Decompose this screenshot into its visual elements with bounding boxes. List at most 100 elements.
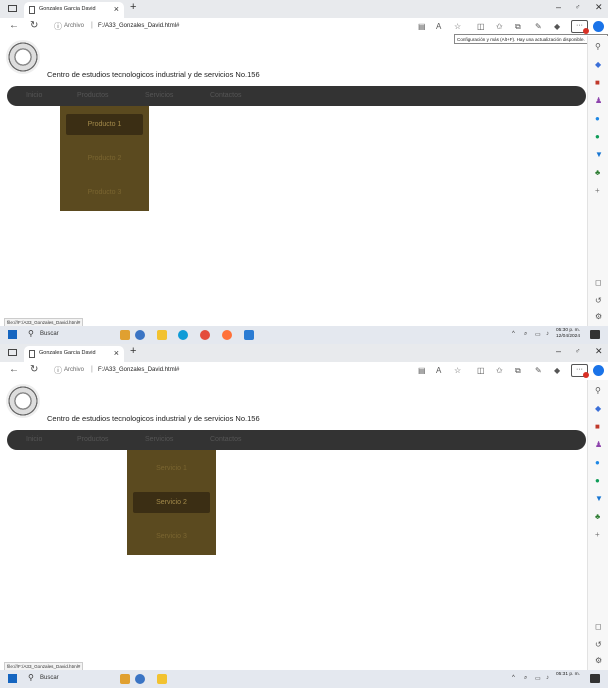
share-icon[interactable]: ↺ bbox=[595, 640, 602, 649]
dropdown-item-servicio-1[interactable]: Servicio 1 bbox=[133, 458, 210, 479]
read-aloud-icon[interactable]: A bbox=[436, 22, 441, 31]
briefcase-icon[interactable]: ■ bbox=[595, 78, 600, 87]
reader-icon[interactable]: ▤ bbox=[418, 22, 426, 31]
briefcase-icon[interactable]: ■ bbox=[595, 422, 600, 431]
tray-app-icon[interactable]: ⌕ bbox=[524, 675, 527, 682]
minimize-button[interactable]: – bbox=[556, 2, 561, 12]
dropdown-item-servicio-3[interactable]: Servicio 3 bbox=[133, 526, 210, 547]
chrome-icon[interactable] bbox=[200, 330, 210, 340]
nav-link-contactos[interactable]: Contactos bbox=[210, 92, 242, 99]
nav-link-servicios[interactable]: Servicios bbox=[145, 92, 173, 99]
windows-start-icon[interactable] bbox=[8, 330, 17, 339]
dropdown-item-servicio-2[interactable]: Servicio 2 bbox=[133, 492, 210, 513]
search-icon[interactable]: ⚲ bbox=[595, 42, 601, 51]
edge-icon[interactable] bbox=[178, 330, 188, 340]
tag-icon[interactable]: ◆ bbox=[595, 60, 601, 69]
read-aloud-icon[interactable]: A bbox=[436, 366, 441, 375]
gear-icon[interactable]: ⚙ bbox=[595, 312, 602, 321]
nav-link-productos[interactable]: Productos bbox=[77, 436, 109, 443]
settings-more-button[interactable]: ··· bbox=[571, 20, 589, 34]
minimize-button[interactable]: – bbox=[556, 346, 561, 356]
refresh-icon[interactable]: ↻ bbox=[30, 20, 38, 31]
restore-button[interactable]: ♂ bbox=[575, 4, 580, 11]
tree-icon[interactable]: ♣ bbox=[595, 512, 600, 521]
url-field[interactable]: ⓘ Archivo | F:/A33_Gonzales_David.html# bbox=[50, 365, 410, 377]
nav-link-inicio[interactable]: Inicio bbox=[26, 436, 42, 443]
back-icon[interactable]: ← bbox=[9, 20, 19, 31]
vscode-icon[interactable] bbox=[244, 330, 254, 340]
dropdown-item-producto-2[interactable]: Producto 2 bbox=[66, 148, 143, 169]
restore-button[interactable]: ♂ bbox=[575, 348, 580, 355]
favorites-icon[interactable]: ✩ bbox=[496, 366, 503, 375]
panel-icon[interactable]: ◻ bbox=[595, 622, 602, 631]
taskbar-clock[interactable]: 05:30 p. m. 12/04/2024 bbox=[556, 328, 580, 340]
taskbar-search[interactable]: ⚲ Buscar bbox=[24, 329, 104, 341]
window-menu-icon[interactable] bbox=[8, 349, 17, 356]
taskbar-search[interactable]: ⚲ Buscar bbox=[24, 673, 104, 685]
share-icon[interactable]: ↺ bbox=[595, 296, 602, 305]
notification-icon[interactable] bbox=[590, 674, 600, 683]
drop-icon[interactable]: ▼ bbox=[595, 494, 603, 503]
window-menu-icon[interactable] bbox=[8, 5, 17, 12]
tray-app-icon[interactable]: ⌕ bbox=[524, 331, 527, 338]
browser-tab[interactable]: Gonzales Garcia David × bbox=[24, 346, 124, 362]
collections-icon[interactable]: ⧉ bbox=[515, 22, 521, 32]
close-window-button[interactable]: ✕ bbox=[595, 346, 603, 357]
nav-link-contactos[interactable]: Contactos bbox=[210, 436, 242, 443]
taskbar-clock[interactable]: 05:31 p. m. bbox=[556, 672, 580, 678]
outlook-icon[interactable]: ● bbox=[595, 476, 600, 485]
extensions-icon[interactable]: ✎ bbox=[535, 366, 542, 375]
games-icon[interactable]: ♟ bbox=[595, 96, 602, 105]
microsoft365-icon[interactable]: ● bbox=[595, 114, 600, 123]
file-explorer-icon[interactable] bbox=[157, 330, 167, 340]
panel-icon[interactable]: ◻ bbox=[595, 278, 602, 287]
drop-icon[interactable]: ▼ bbox=[595, 150, 603, 159]
favorites-icon[interactable]: ✩ bbox=[496, 22, 503, 31]
network-icon[interactable]: ▭ bbox=[535, 675, 541, 682]
microsoft365-icon[interactable]: ● bbox=[595, 458, 600, 467]
tab-close-icon[interactable]: × bbox=[114, 348, 119, 358]
info-icon[interactable]: ⓘ bbox=[54, 365, 62, 376]
extensions-icon[interactable]: ✎ bbox=[535, 22, 542, 31]
notification-icon[interactable] bbox=[590, 330, 600, 339]
back-icon[interactable]: ← bbox=[9, 364, 19, 375]
dropdown-item-producto-1[interactable]: Producto 1 bbox=[66, 114, 143, 135]
app-rocket-icon[interactable] bbox=[120, 674, 130, 684]
favorite-star-icon[interactable]: ☆ bbox=[454, 366, 461, 375]
browser-tab[interactable]: Gonzales Garcia David × bbox=[24, 2, 124, 18]
games-icon[interactable]: ♟ bbox=[595, 440, 602, 449]
info-icon[interactable]: ⓘ bbox=[54, 21, 62, 32]
app-rocket-icon[interactable] bbox=[120, 330, 130, 340]
tree-icon[interactable]: ♣ bbox=[595, 168, 600, 177]
volume-icon[interactable]: ♪ bbox=[546, 331, 549, 337]
settings-more-button[interactable]: ··· bbox=[571, 364, 589, 378]
tag-icon[interactable]: ◆ bbox=[595, 404, 601, 413]
tray-chevron-icon[interactable]: ^ bbox=[512, 331, 515, 337]
refresh-icon[interactable]: ↻ bbox=[30, 364, 38, 375]
profile-avatar[interactable] bbox=[593, 365, 604, 376]
new-tab-button[interactable]: + bbox=[130, 345, 136, 357]
nav-link-servicios[interactable]: Servicios bbox=[145, 436, 173, 443]
new-tab-button[interactable]: + bbox=[130, 1, 136, 13]
app-widget-icon[interactable] bbox=[135, 330, 145, 340]
add-icon[interactable]: + bbox=[595, 530, 600, 539]
app-widget-icon[interactable] bbox=[135, 674, 145, 684]
gear-icon[interactable]: ⚙ bbox=[595, 656, 602, 665]
split-screen-icon[interactable]: ◫ bbox=[477, 366, 485, 375]
close-window-button[interactable]: ✕ bbox=[595, 2, 603, 13]
split-screen-icon[interactable]: ◫ bbox=[477, 22, 485, 31]
nav-link-productos[interactable]: Productos bbox=[77, 92, 109, 99]
url-field[interactable]: ⓘ Archivo | F:/A33_Gonzales_David.html# bbox=[50, 21, 410, 33]
copilot-icon[interactable]: ◆ bbox=[554, 22, 560, 31]
firefox-icon[interactable] bbox=[222, 330, 232, 340]
windows-start-icon[interactable] bbox=[8, 674, 17, 683]
volume-icon[interactable]: ♪ bbox=[546, 675, 549, 681]
dropdown-item-producto-3[interactable]: Producto 3 bbox=[66, 182, 143, 203]
copilot-icon[interactable]: ◆ bbox=[554, 366, 560, 375]
nav-link-inicio[interactable]: Inicio bbox=[26, 92, 42, 99]
reader-icon[interactable]: ▤ bbox=[418, 366, 426, 375]
favorite-star-icon[interactable]: ☆ bbox=[454, 22, 461, 31]
tray-chevron-icon[interactable]: ^ bbox=[512, 675, 515, 681]
add-icon[interactable]: + bbox=[595, 186, 600, 195]
tab-close-icon[interactable]: × bbox=[114, 4, 119, 14]
